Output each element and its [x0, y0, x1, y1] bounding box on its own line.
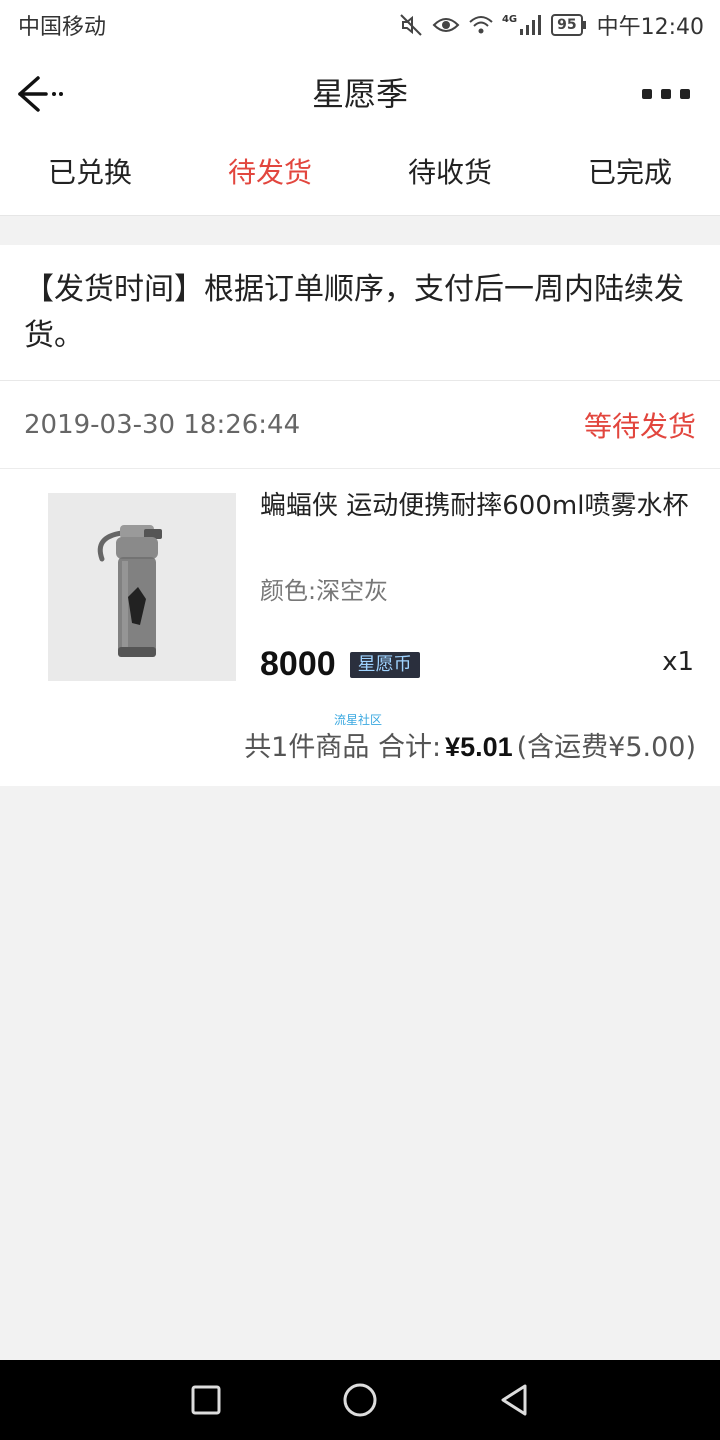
- wifi-icon: [468, 14, 494, 36]
- clock: 中午12:40: [596, 15, 704, 40]
- tab-completed[interactable]: 已完成: [540, 138, 720, 215]
- system-back-button[interactable]: [490, 1376, 538, 1424]
- status-icons: 4G 95 中午12:40: [398, 9, 704, 41]
- order-status: 等待发货: [583, 409, 696, 443]
- order-header: 2019-03-30 18:26:44 等待发货: [0, 381, 720, 469]
- price-row: 8000 星愿币: [260, 645, 420, 684]
- order-time: 2019-03-30 18:26:44: [24, 409, 301, 440]
- order-tabs: 已兑换 待发货 待收货 已完成: [0, 138, 720, 216]
- title-bar: 星愿季: [0, 50, 720, 138]
- shipping-notice: 【发货时间】根据订单顺序，支付后一周内陆续发货。: [0, 245, 720, 381]
- status-bar: 中国移动 4G 95 中午12:40: [0, 0, 720, 50]
- eye-icon: [432, 14, 460, 36]
- home-icon: [343, 1383, 377, 1417]
- summary-shipping: (含运费¥5.00): [516, 732, 696, 763]
- recent-apps-button[interactable]: [182, 1376, 230, 1424]
- back-button[interactable]: [16, 72, 72, 116]
- order-card[interactable]: 2019-03-30 18:26:44 等待发货 蝙蝠侠 运动便携耐摔600ml…: [0, 381, 720, 786]
- page-title: 星愿季: [311, 75, 408, 113]
- product-image[interactable]: [48, 493, 236, 681]
- summary-total: ¥5.01: [445, 732, 513, 762]
- product-spec: 颜色:深空灰: [260, 577, 389, 605]
- system-nav-bar: [0, 1360, 720, 1440]
- more-icon-dot: [680, 89, 690, 99]
- more-icon: [642, 89, 652, 99]
- more-button[interactable]: [642, 80, 690, 108]
- tab-pending-shipment[interactable]: 待发货: [180, 138, 360, 215]
- back-triangle-icon: [501, 1384, 527, 1416]
- tab-pending-receipt[interactable]: 待收货: [360, 138, 540, 215]
- tab-redeemed[interactable]: 已兑换: [0, 138, 180, 215]
- battery-icon: 95: [551, 14, 587, 36]
- summary-count: 共1件商品 合计:: [244, 732, 442, 763]
- network-type: 4G: [501, 13, 518, 25]
- order-summary: 共1件商品 合计: ¥5.01 (含运费¥5.00): [244, 725, 696, 764]
- mute-icon: [398, 12, 424, 38]
- signal-icon: [519, 14, 543, 36]
- product-price: 8000: [260, 645, 336, 683]
- currency-badge: 星愿币: [349, 651, 420, 678]
- more-icon-dot: [661, 89, 671, 99]
- carrier-label: 中国移动: [18, 15, 107, 40]
- home-button[interactable]: [336, 1376, 384, 1424]
- recent-apps-icon: [191, 1385, 221, 1415]
- product-quantity: x1: [662, 647, 694, 677]
- product-name[interactable]: 蝙蝠侠 运动便携耐摔600ml喷雾水杯: [260, 489, 690, 523]
- back-arrow-icon: [18, 76, 63, 112]
- water-bottle-icon: [97, 525, 162, 657]
- product-item[interactable]: 蝙蝠侠 运动便携耐摔600ml喷雾水杯 颜色:深空灰 8000 星愿币 x1: [0, 469, 720, 699]
